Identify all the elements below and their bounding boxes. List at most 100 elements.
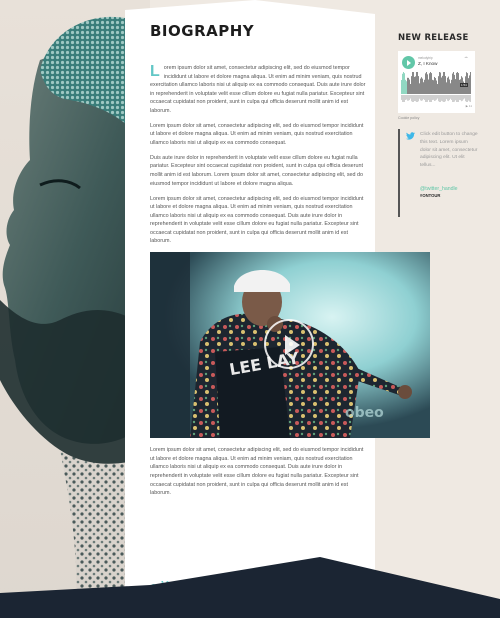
waveform-reflection	[466, 95, 467, 102]
waveform-bar	[422, 78, 423, 94]
twitter-icon[interactable]	[406, 132, 415, 140]
waveform-reflection	[408, 95, 409, 101]
waveform-reflection	[419, 95, 420, 99]
waveform-bar	[455, 79, 456, 94]
waveform-reflection	[425, 95, 426, 102]
waveform-reflection	[433, 95, 434, 100]
waveform-reflection	[407, 95, 408, 101]
waveform-reflection	[450, 95, 451, 99]
waveform-reflection	[404, 95, 405, 102]
waveform-bar	[424, 79, 425, 94]
sc-artist[interactable]: melodytrip	[418, 56, 433, 60]
waveform-reflection	[402, 95, 403, 102]
waveform-reflection	[465, 95, 466, 102]
waveform-bar	[453, 72, 454, 94]
waveform-reflection	[424, 95, 425, 100]
waveform-reflection	[430, 95, 431, 102]
waveform-bar	[410, 84, 411, 94]
waveform-reflection	[411, 95, 412, 102]
waveform-reflection	[422, 95, 423, 101]
waveform-reflection	[457, 95, 458, 102]
video-player[interactable]: LEE LAY obeo	[150, 252, 430, 439]
waveform-reflection	[461, 95, 462, 102]
waveform-reflection	[429, 95, 430, 102]
waveform-bar	[416, 72, 417, 94]
waveform-bar	[406, 81, 407, 94]
waveform-reflection	[434, 95, 435, 101]
waveform-bar	[413, 72, 414, 94]
waveform-reflection	[417, 95, 418, 102]
waveform-bar	[429, 73, 430, 94]
intro-paragraph: Lorem ipsum dolor sit amet, consectetur …	[150, 64, 367, 115]
waveform-bar	[417, 72, 418, 94]
soundcloud-player[interactable]: melodytrip Z, I Know ☁ 1:54 ▶ 11	[398, 51, 475, 113]
waveform-bar	[404, 73, 405, 94]
sc-play-count: ▶ 11	[465, 104, 472, 108]
hashtag[interactable]: #ONTOUR	[420, 193, 488, 198]
sc-waveform[interactable]	[401, 72, 472, 102]
waveform-reflection	[452, 95, 453, 102]
waveform-bar	[468, 78, 469, 94]
waveform-bar	[469, 75, 470, 94]
waveform-bar	[435, 78, 436, 94]
waveform-reflection	[447, 95, 448, 101]
paragraph: Lorem ipsum dolor sit amet, consectetur …	[150, 447, 364, 497]
waveform-bar	[448, 76, 449, 94]
waveform-bar	[470, 72, 471, 94]
waveform-bar	[434, 76, 435, 94]
waveform-bar	[415, 76, 416, 94]
waveform-bar	[418, 76, 419, 94]
waveform-bar	[423, 82, 424, 94]
waveform-bar	[445, 76, 446, 94]
waveform-reflection	[443, 95, 444, 102]
waveform-reflection	[414, 95, 415, 101]
waveform-reflection	[423, 95, 424, 100]
waveform-bar	[454, 74, 455, 94]
waveform-reflection	[442, 95, 443, 102]
waveform-reflection	[464, 95, 465, 99]
sc-duration: 1:54	[460, 83, 468, 87]
waveform-reflection	[415, 95, 416, 102]
sc-play-icon[interactable]	[402, 56, 415, 69]
waveform-bar	[432, 79, 433, 94]
waveform-reflection	[436, 95, 437, 100]
paragraph: Lorem ipsum dolor sit amet, consectetur …	[150, 122, 364, 146]
waveform-bar	[407, 77, 408, 94]
waveform-bar	[441, 77, 442, 94]
waveform-reflection	[441, 95, 442, 101]
waveform-reflection	[421, 95, 422, 101]
sc-track-title[interactable]: Z, I Know	[418, 61, 437, 66]
waveform-bar	[452, 73, 453, 94]
waveform-bar	[442, 75, 443, 94]
waveform-bar	[440, 72, 441, 94]
waveform-reflection	[454, 95, 455, 102]
waveform-bar	[437, 84, 438, 94]
twitter-handle-link[interactable]: @twitter_handle	[420, 186, 488, 192]
waveform-reflection	[413, 95, 414, 102]
waveform-reflection	[409, 95, 410, 101]
waveform-bar	[446, 82, 447, 94]
waveform-reflection	[456, 95, 457, 102]
waveform-bar	[449, 79, 450, 94]
sidebar: NEW RELEASE melodytrip Z, I Know ☁ 1:54 …	[398, 33, 488, 217]
waveform-bar	[411, 76, 412, 94]
waveform-bar	[428, 79, 429, 94]
waveform-reflection	[459, 95, 460, 100]
waveform-bar	[420, 78, 421, 94]
waveform-reflection	[405, 95, 406, 100]
waveform-bar	[456, 72, 457, 94]
waveform-reflection	[468, 95, 469, 101]
waveform-reflection	[453, 95, 454, 102]
waveform-reflection	[449, 95, 450, 101]
soundcloud-icon[interactable]: ☁	[464, 55, 472, 59]
waveform-bar	[458, 73, 459, 94]
cookie-policy-link[interactable]: Cookie policy	[398, 116, 488, 120]
paragraph: Duis aute irure dolor in reprehenderit i…	[150, 154, 364, 187]
waveform-bar	[431, 73, 432, 94]
waveform-reflection	[460, 95, 461, 101]
waveform-reflection	[446, 95, 447, 100]
waveform-reflection	[416, 95, 417, 102]
waveform-bar	[409, 79, 410, 94]
waveform-bar	[444, 72, 445, 94]
waveform-reflection	[418, 95, 419, 102]
